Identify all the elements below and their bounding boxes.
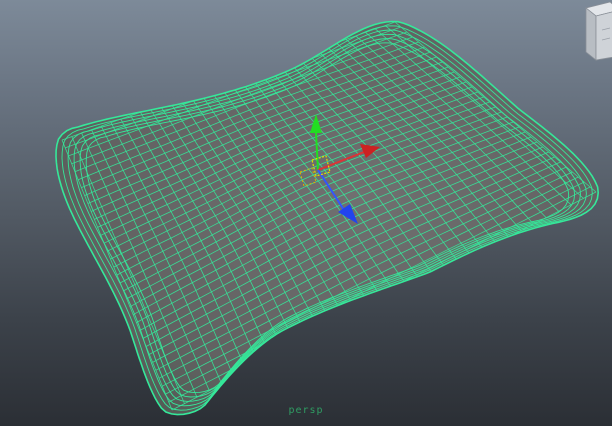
viewport-persp[interactable]: persp (0, 0, 612, 426)
camera-name-label: persp (288, 405, 324, 416)
pillow-wireframe-mesh[interactable] (0, 0, 612, 426)
viewcube-icon[interactable] (580, 0, 612, 70)
